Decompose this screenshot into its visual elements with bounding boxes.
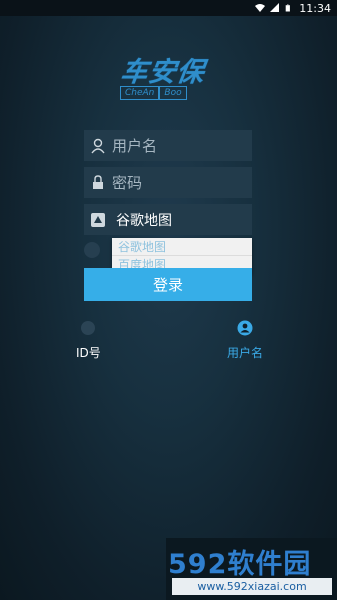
remember-toggle[interactable] (84, 242, 100, 258)
app-logo: 车安保 CheAn Boo (115, 50, 225, 106)
mode-user-label: 用户名 (227, 346, 264, 360)
map-provider-select[interactable]: 谷歌地图 (84, 204, 252, 235)
battery-icon (285, 4, 291, 12)
user-circle-icon (237, 320, 253, 336)
status-time: 11:34 (299, 1, 331, 15)
username-field[interactable]: 用户名 (84, 130, 252, 161)
mode-id-label: ID号 (76, 346, 101, 360)
map-option-google[interactable]: 谷歌地图 (112, 238, 252, 256)
mode-id-tab[interactable]: ID号 (76, 320, 101, 361)
user-icon (84, 138, 112, 154)
login-button[interactable]: 登录 (84, 268, 252, 301)
logo-subtitle: CheAn Boo (120, 86, 220, 100)
logo-sub-left: CheAn (120, 86, 160, 100)
password-placeholder: 密码 (112, 174, 143, 192)
id-icon (81, 321, 96, 335)
mode-user-tab[interactable]: 用户名 (227, 320, 263, 361)
map-icon (84, 212, 112, 227)
status-bar: 11:34 (0, 0, 337, 16)
username-placeholder: 用户名 (112, 137, 158, 155)
logo-sub-right: Boo (159, 86, 187, 100)
wifi-icon (255, 4, 266, 12)
logo-title: 车安保 (118, 57, 207, 88)
lock-icon (84, 175, 112, 190)
password-field[interactable]: 密码 (84, 167, 252, 198)
watermark-title: 592软件园 (168, 549, 312, 580)
watermark: 592软件园 www.592xiazai.com (166, 538, 337, 600)
signal-icon (270, 3, 280, 12)
watermark-url: www.592xiazai.com (172, 578, 332, 595)
map-provider-value: 谷歌地图 (116, 212, 172, 229)
